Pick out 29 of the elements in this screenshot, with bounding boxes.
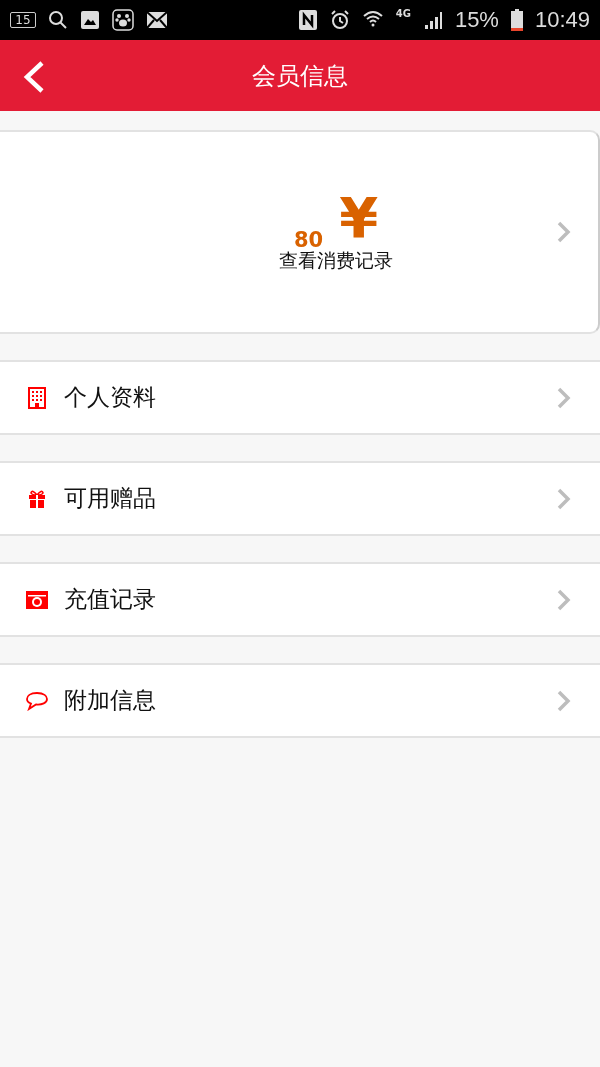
clock: 10:49: [534, 7, 590, 33]
battery-icon: [510, 9, 523, 31]
menu-item[interactable]: 可用赠品: [0, 461, 600, 536]
nfc-icon: [297, 9, 318, 31]
gift-icon: [27, 488, 47, 509]
building-icon: [28, 386, 46, 409]
image-icon: [80, 10, 100, 30]
chevron-right-icon: [556, 385, 572, 410]
balance-card[interactable]: 80 ¥ 查看消费记录: [0, 130, 600, 334]
chevron-right-icon: [556, 587, 572, 612]
battery-percent: 15%: [454, 7, 499, 33]
menu-item[interactable]: 充值记录: [0, 562, 600, 637]
calendar-icon: 15: [10, 12, 36, 28]
chevron-right-icon: [556, 220, 572, 244]
currency-symbol: ¥: [339, 190, 379, 246]
chevron-right-icon: [556, 688, 572, 713]
alarm-icon: [329, 9, 350, 31]
menu-item[interactable]: 个人资料: [0, 360, 600, 435]
speech-bubble-icon: [25, 690, 49, 711]
network-type: 4G: [395, 8, 411, 19]
menu-item[interactable]: 附加信息: [0, 663, 600, 738]
chevron-right-icon: [556, 486, 572, 511]
page-title: 会员信息: [252, 60, 348, 92]
mail-icon: [146, 11, 168, 29]
camera-icon: [25, 589, 49, 610]
paw-icon: [112, 9, 134, 31]
search-icon: [48, 10, 68, 30]
signal-icon: [422, 10, 443, 30]
back-icon: [22, 61, 46, 93]
